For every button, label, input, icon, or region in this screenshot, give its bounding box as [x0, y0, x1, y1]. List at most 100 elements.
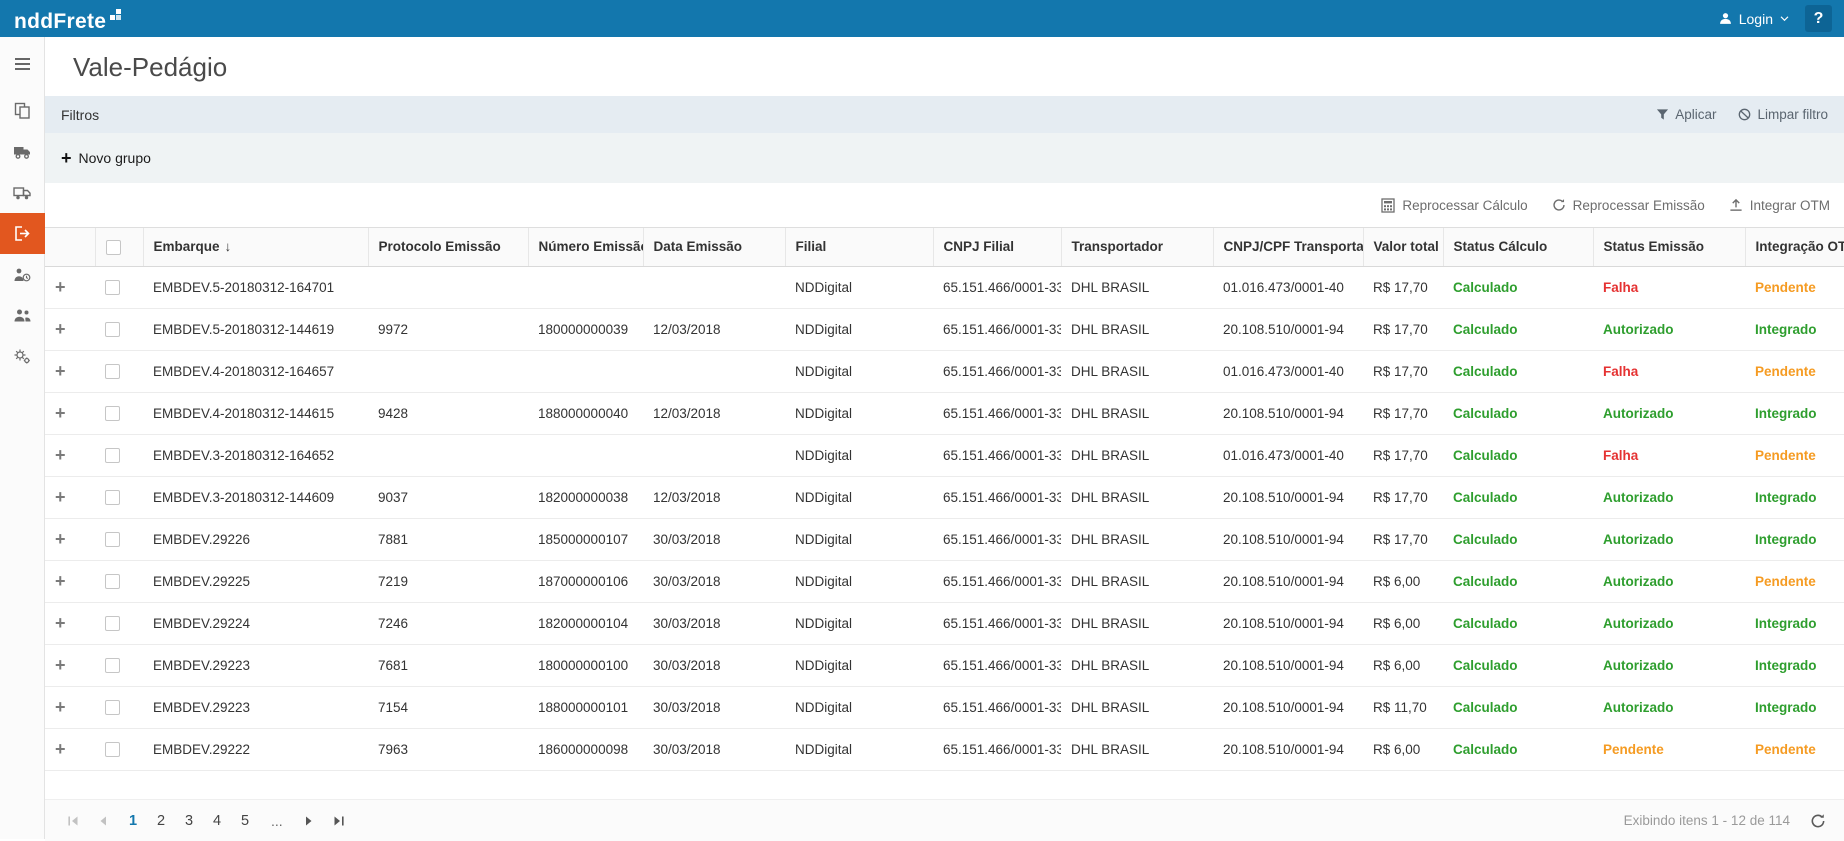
cell-status_calculo: Calculado	[1443, 644, 1593, 686]
users-icon	[13, 308, 32, 323]
reprocess-calculation-button[interactable]: Reprocessar Cálculo	[1381, 198, 1527, 213]
page-button-3[interactable]: 3	[175, 807, 203, 835]
chevron-down-icon	[1780, 15, 1789, 22]
login-menu[interactable]: Login	[1715, 11, 1793, 27]
cell-numero_emissao: 187000000106	[528, 560, 643, 602]
sidebar-item-driver-history[interactable]	[0, 254, 45, 295]
cell-filial: NDDigital	[785, 644, 933, 686]
column-header-cnpj_cpf_transportador[interactable]: CNPJ/CPF Transportador	[1213, 228, 1363, 266]
sidebar-menu-toggle[interactable]	[0, 43, 45, 84]
column-header-transportador[interactable]: Transportador	[1061, 228, 1213, 266]
refresh-grid-button[interactable]	[1810, 813, 1826, 829]
sidebar-item-freight[interactable]	[0, 131, 45, 172]
integrate-otm-button[interactable]: Integrar OTM	[1729, 198, 1830, 213]
row-checkbox[interactable]	[105, 364, 120, 379]
cell-status_calculo: Calculado	[1443, 392, 1593, 434]
column-header-data_emissao[interactable]: Data Emissão	[643, 228, 785, 266]
cell-filial: NDDigital	[785, 392, 933, 434]
page-button-2[interactable]: 2	[147, 807, 175, 835]
filters-panel-body: + Novo grupo	[45, 133, 1844, 183]
cell-status_calculo: Calculado	[1443, 518, 1593, 560]
row-checkbox[interactable]	[105, 616, 120, 631]
cell-cnpj_filial: 65.151.466/0001-33	[933, 728, 1061, 770]
expand-row-button[interactable]: +	[55, 487, 66, 507]
help-button[interactable]: ?	[1805, 5, 1832, 32]
row-checkbox[interactable]	[105, 322, 120, 337]
cell-data_emissao: 30/03/2018	[643, 560, 785, 602]
row-checkbox[interactable]	[105, 406, 120, 421]
expand-row-button[interactable]: +	[55, 277, 66, 297]
previous-page-button[interactable]	[89, 807, 117, 835]
row-checkbox[interactable]	[105, 700, 120, 715]
row-checkbox[interactable]	[105, 532, 120, 547]
sidebar-item-documents[interactable]	[0, 90, 45, 131]
last-page-button[interactable]	[325, 807, 353, 835]
row-checkbox[interactable]	[105, 574, 120, 589]
clear-filter-button[interactable]: Limpar filtro	[1738, 107, 1828, 122]
expand-row-button[interactable]: +	[55, 529, 66, 549]
column-select	[95, 228, 143, 266]
cell-numero_emissao	[528, 266, 643, 308]
page-button-4[interactable]: 4	[203, 807, 231, 835]
expand-row-button[interactable]: +	[55, 571, 66, 591]
new-group-button[interactable]: + Novo grupo	[61, 149, 151, 167]
expand-row-button[interactable]: +	[55, 697, 66, 717]
cell-valor_total: R$ 11,70	[1363, 686, 1443, 728]
cell-numero_emissao: 182000000038	[528, 476, 643, 518]
next-page-button[interactable]	[295, 807, 323, 835]
column-header-embarque[interactable]: Embarque↓	[143, 228, 368, 266]
sidebar-item-toll-voucher[interactable]	[0, 213, 45, 254]
column-header-status_emissao[interactable]: Status Emissão	[1593, 228, 1745, 266]
cell-cnpj_cpf_transportador: 20.108.510/0001-94	[1213, 560, 1363, 602]
apply-filter-button[interactable]: Aplicar	[1656, 107, 1716, 122]
expand-row-button[interactable]: +	[55, 403, 66, 423]
calculator-icon	[1381, 198, 1395, 213]
expand-row-button[interactable]: +	[55, 445, 66, 465]
expand-row-button[interactable]: +	[55, 655, 66, 675]
select-all-checkbox[interactable]	[106, 240, 121, 255]
column-header-status_calculo[interactable]: Status Cálculo	[1443, 228, 1593, 266]
expand-row-button[interactable]: +	[55, 613, 66, 633]
column-header-protocolo_emissao[interactable]: Protocolo Emissão	[368, 228, 528, 266]
cell-filial: NDDigital	[785, 434, 933, 476]
row-checkbox[interactable]	[105, 448, 120, 463]
table-row: +EMBDEV.4-20180312-164657NDDigital65.151…	[45, 350, 1844, 392]
brand-text: nddFrete	[14, 11, 106, 32]
column-header-integracao_otm[interactable]: Integração OTM	[1745, 228, 1844, 266]
cell-cnpj_filial: 65.151.466/0001-33	[933, 350, 1061, 392]
cell-integracao_otm: Integrado	[1745, 476, 1844, 518]
cell-cnpj_filial: 65.151.466/0001-33	[933, 644, 1061, 686]
column-header-label: Transportador	[1072, 239, 1164, 254]
expand-row-button[interactable]: +	[55, 319, 66, 339]
cell-valor_total: R$ 17,70	[1363, 434, 1443, 476]
cell-data_emissao	[643, 350, 785, 392]
expand-row-button[interactable]: +	[55, 739, 66, 759]
page-button-1[interactable]: 1	[119, 807, 147, 835]
app-logo[interactable]: nddFrete	[14, 5, 124, 32]
reprocess-emission-button[interactable]: Reprocessar Emissão	[1552, 198, 1705, 213]
sidebar-item-delivery[interactable]	[0, 172, 45, 213]
column-header-cnpj_filial[interactable]: CNPJ Filial	[933, 228, 1061, 266]
row-checkbox[interactable]	[105, 280, 120, 295]
data-grid-scroll-area[interactable]: Embarque↓Protocolo EmissãoNúmero Emissão…	[45, 227, 1844, 787]
cell-status_emissao: Autorizado	[1593, 392, 1745, 434]
cell-transportador: DHL BRASIL	[1061, 434, 1213, 476]
row-checkbox[interactable]	[105, 658, 120, 673]
column-header-filial[interactable]: Filial	[785, 228, 933, 266]
expand-row-button[interactable]: +	[55, 361, 66, 381]
cell-integracao_otm: Pendente	[1745, 728, 1844, 770]
sidebar-item-settings[interactable]	[0, 336, 45, 377]
grid-toolbar: Reprocessar Cálculo Reprocessar Emissão …	[45, 183, 1844, 227]
sidebar-item-users[interactable]	[0, 295, 45, 336]
cell-protocolo_emissao: 7963	[368, 728, 528, 770]
row-checkbox[interactable]	[105, 742, 120, 757]
first-page-button[interactable]	[59, 807, 87, 835]
column-header-valor_total[interactable]: Valor total	[1363, 228, 1443, 266]
cell-integracao_otm: Pendente	[1745, 266, 1844, 308]
row-checkbox[interactable]	[105, 490, 120, 505]
column-header-numero_emissao[interactable]: Número Emissão	[528, 228, 643, 266]
cell-filial: NDDigital	[785, 476, 933, 518]
cell-status_calculo: Calculado	[1443, 560, 1593, 602]
cell-embarque: EMBDEV.3-20180312-164652	[143, 434, 368, 476]
page-button-5[interactable]: 5	[231, 807, 259, 835]
